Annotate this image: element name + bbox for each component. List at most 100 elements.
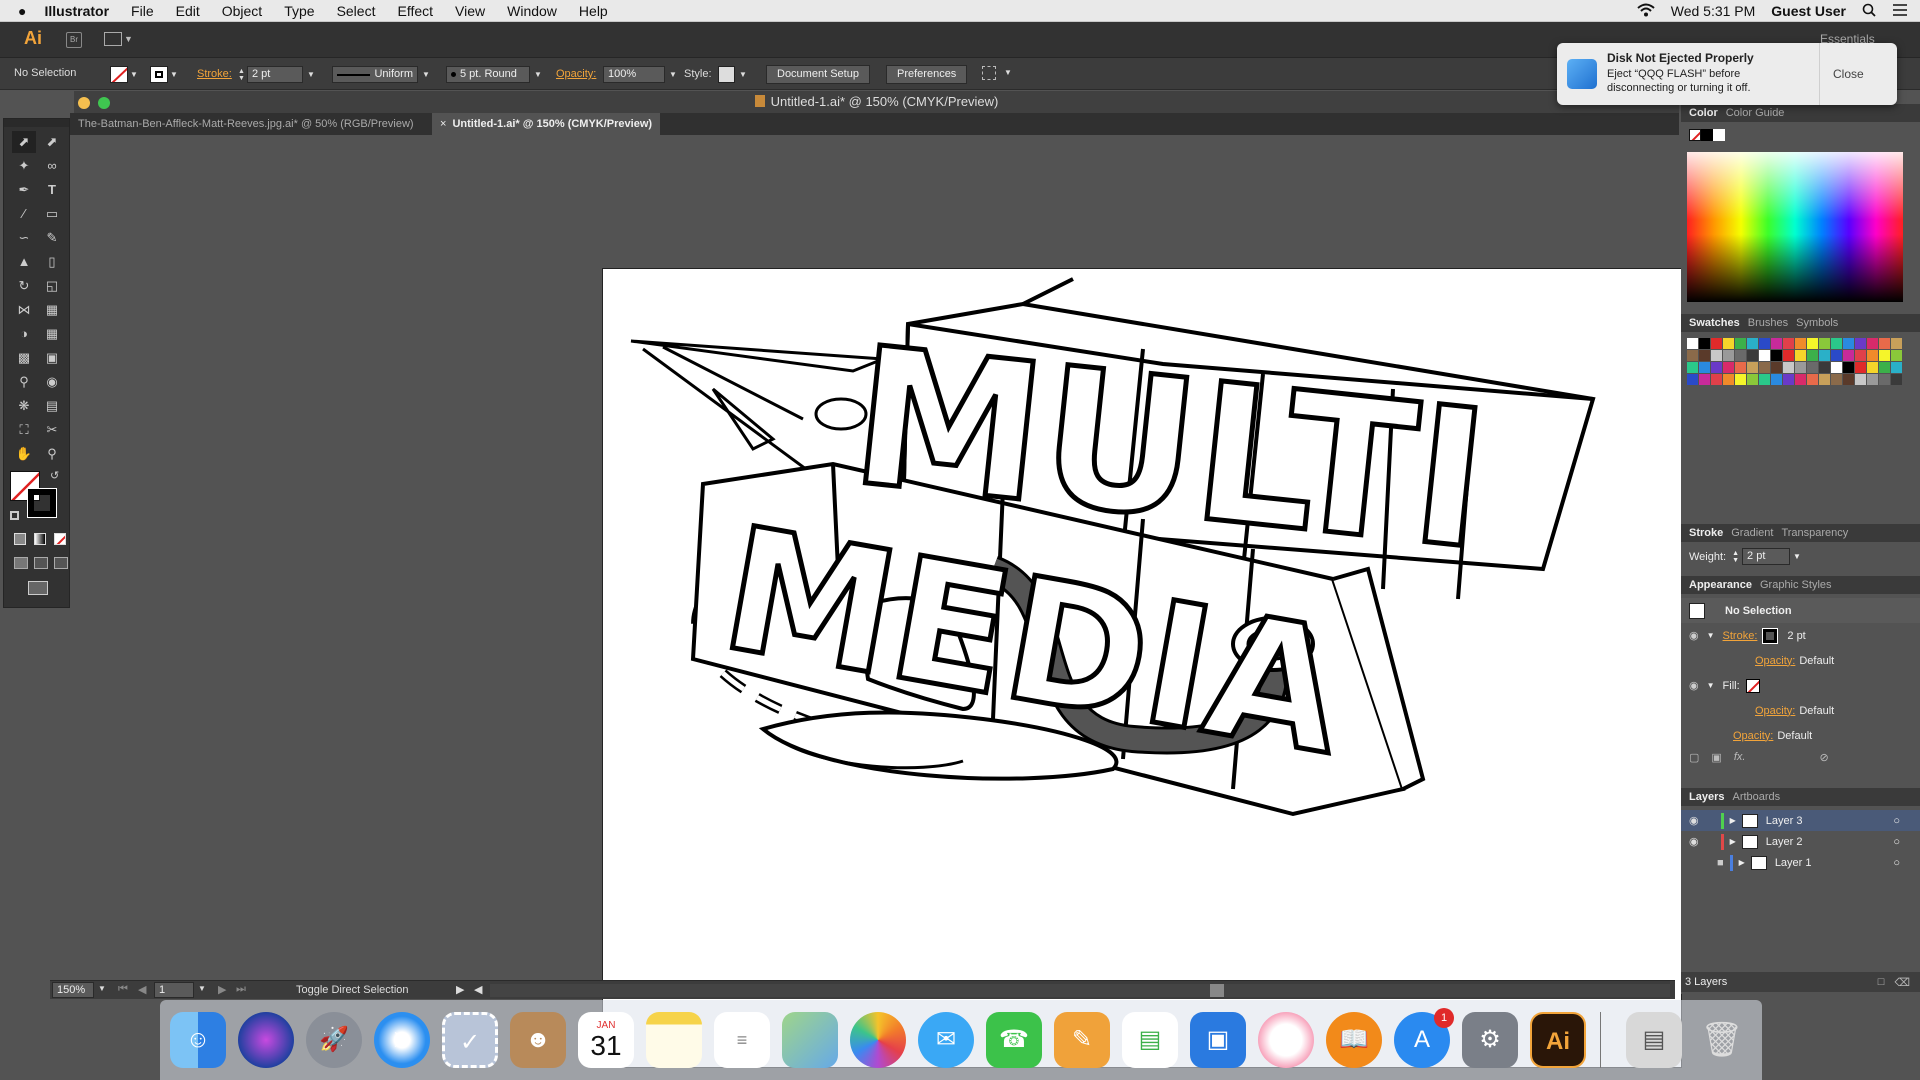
contacts-icon[interactable]: ☻ [510,1012,566,1068]
swatch[interactable] [1843,338,1854,349]
layer-name[interactable]: Layer 3 [1766,815,1803,827]
layer-row[interactable]: ◉ ▶ Layer 2 ○ [1681,831,1920,852]
document-setup-button[interactable]: Document Setup [766,65,870,84]
appearance-fill-swatch[interactable] [1745,678,1760,693]
variable-width-profile[interactable]: Uniform [332,66,418,83]
swatch[interactable] [1771,350,1782,361]
swatch[interactable] [1831,362,1842,373]
swatch[interactable] [1759,350,1770,361]
swatch[interactable] [1819,362,1830,373]
shaper-tool-icon[interactable]: ▲ [12,251,36,273]
swatch[interactable] [1735,374,1746,385]
chevron-down-icon[interactable]: ▼ [739,70,747,79]
zoom-window-button[interactable] [98,97,110,109]
swatch[interactable] [1807,338,1818,349]
siri-icon[interactable] [238,1012,294,1068]
chevron-down-icon[interactable]: ▼ [307,70,315,79]
swatch[interactable] [1699,362,1710,373]
tab-swatches[interactable]: Swatches [1689,317,1740,329]
swatch[interactable] [1795,374,1806,385]
menu-edit[interactable]: Edit [176,3,200,19]
hand-tool-icon[interactable]: ✋ [12,443,36,465]
black-swatch-icon[interactable] [1701,129,1713,141]
draw-normal-icon[interactable] [14,557,28,569]
trash-icon[interactable]: 🗑 [1694,1012,1750,1068]
app-menu[interactable]: Illustrator [44,3,109,19]
wifi-icon[interactable] [1637,3,1655,20]
swatch[interactable] [1891,374,1902,385]
column-graph-tool-icon[interactable]: ▤ [40,395,64,417]
appearance-stroke-opacity-value[interactable]: Default [1799,655,1834,667]
magic-wand-tool-icon[interactable]: ✦ [12,155,36,177]
swatch[interactable] [1867,362,1878,373]
eye-icon[interactable]: ◉ [1689,629,1699,642]
swatch[interactable] [1795,338,1806,349]
swatch[interactable] [1771,374,1782,385]
appearance-fill-label[interactable]: Fill: [1723,680,1740,692]
swatch[interactable] [1879,374,1890,385]
swatch[interactable] [1879,362,1890,373]
target-icon[interactable]: ○ [1893,836,1900,848]
zoom-tool-icon[interactable]: ⚲ [40,443,64,465]
safari-icon[interactable]: ➤ [374,1012,430,1068]
arrange-icon[interactable] [982,66,996,80]
swatch[interactable] [1783,350,1794,361]
swatch[interactable] [1867,350,1878,361]
weight-stepper[interactable]: ▲ ▼ [1732,550,1739,564]
close-window-button[interactable] [78,97,90,109]
appearance-stroke-opacity-label[interactable]: Opacity: [1755,655,1795,667]
swatch[interactable] [1699,374,1710,385]
notification-close-button[interactable]: Close [1833,67,1864,81]
swatch[interactable] [1711,350,1722,361]
stroke-color-icon[interactable] [150,66,168,83]
default-fill-stroke-icon[interactable] [10,511,19,520]
brush-definition[interactable]: 5 pt. Round [446,66,530,83]
rotate-tool-icon[interactable]: ↻ [12,275,36,297]
none-swatch-icon[interactable] [1689,129,1701,141]
swatch[interactable] [1783,362,1794,373]
scrollbar-thumb[interactable] [1210,984,1224,997]
delete-layer-icon[interactable]: ⌫ [1894,976,1910,989]
layer-row[interactable]: ◉ ▶ Layer 3 ○ [1681,810,1920,831]
swatch[interactable] [1687,350,1698,361]
arrange-documents-icon[interactable] [104,32,122,46]
swatch[interactable] [1687,362,1698,373]
messages-icon[interactable]: ✉ [918,1012,974,1068]
swatch[interactable] [1735,362,1746,373]
expand-layer-icon[interactable]: ▶ [1730,816,1736,825]
swatch[interactable] [1867,374,1878,385]
swatch[interactable] [1699,350,1710,361]
eye-icon[interactable]: ◉ [1689,814,1699,827]
swatch[interactable] [1891,338,1902,349]
swatch[interactable] [1747,350,1758,361]
chevron-down-icon[interactable]: ▼ [422,70,430,79]
disk-not-ejected-notification[interactable]: Disk Not Ejected Properly Eject “QQQ FLA… [1557,43,1897,105]
stroke-weight-field[interactable]: 2 pt [246,66,303,83]
gradient-tool-icon[interactable]: ▣ [40,347,64,369]
pages-icon[interactable]: ✎ [1054,1012,1110,1068]
swatch[interactable] [1723,338,1734,349]
swatch[interactable] [1819,350,1830,361]
paintbrush-tool-icon[interactable]: ∽ [12,227,36,249]
swatch[interactable] [1831,374,1842,385]
appearance-fill-opacity-value[interactable]: Default [1799,705,1834,717]
none-mode-icon[interactable] [54,533,66,545]
tab-transparency[interactable]: Transparency [1781,527,1848,539]
scale-tool-icon[interactable]: ◱ [40,275,64,297]
swatch[interactable] [1723,374,1734,385]
numbers-icon[interactable]: ▤ [1122,1012,1178,1068]
swatch[interactable] [1687,374,1698,385]
pencil-tool-icon[interactable]: ✎ [40,227,64,249]
chevron-down-icon[interactable]: ▼ [1793,552,1801,561]
swatch[interactable] [1843,362,1854,373]
draw-inside-icon[interactable] [54,557,68,569]
artboard-tool-icon[interactable]: ⛶ [12,419,36,441]
preferences-button[interactable]: Preferences [886,65,968,84]
clock[interactable]: Wed 5:31 PM [1671,3,1756,19]
chevron-down-icon[interactable]: ▼ [534,70,542,79]
facetime-icon[interactable]: ☎ [986,1012,1042,1068]
mesh-tool-icon[interactable]: ▩ [12,347,36,369]
swatch[interactable] [1711,362,1722,373]
illustrator-dock-icon[interactable]: Ai [1530,1012,1586,1068]
swatch[interactable] [1879,350,1890,361]
